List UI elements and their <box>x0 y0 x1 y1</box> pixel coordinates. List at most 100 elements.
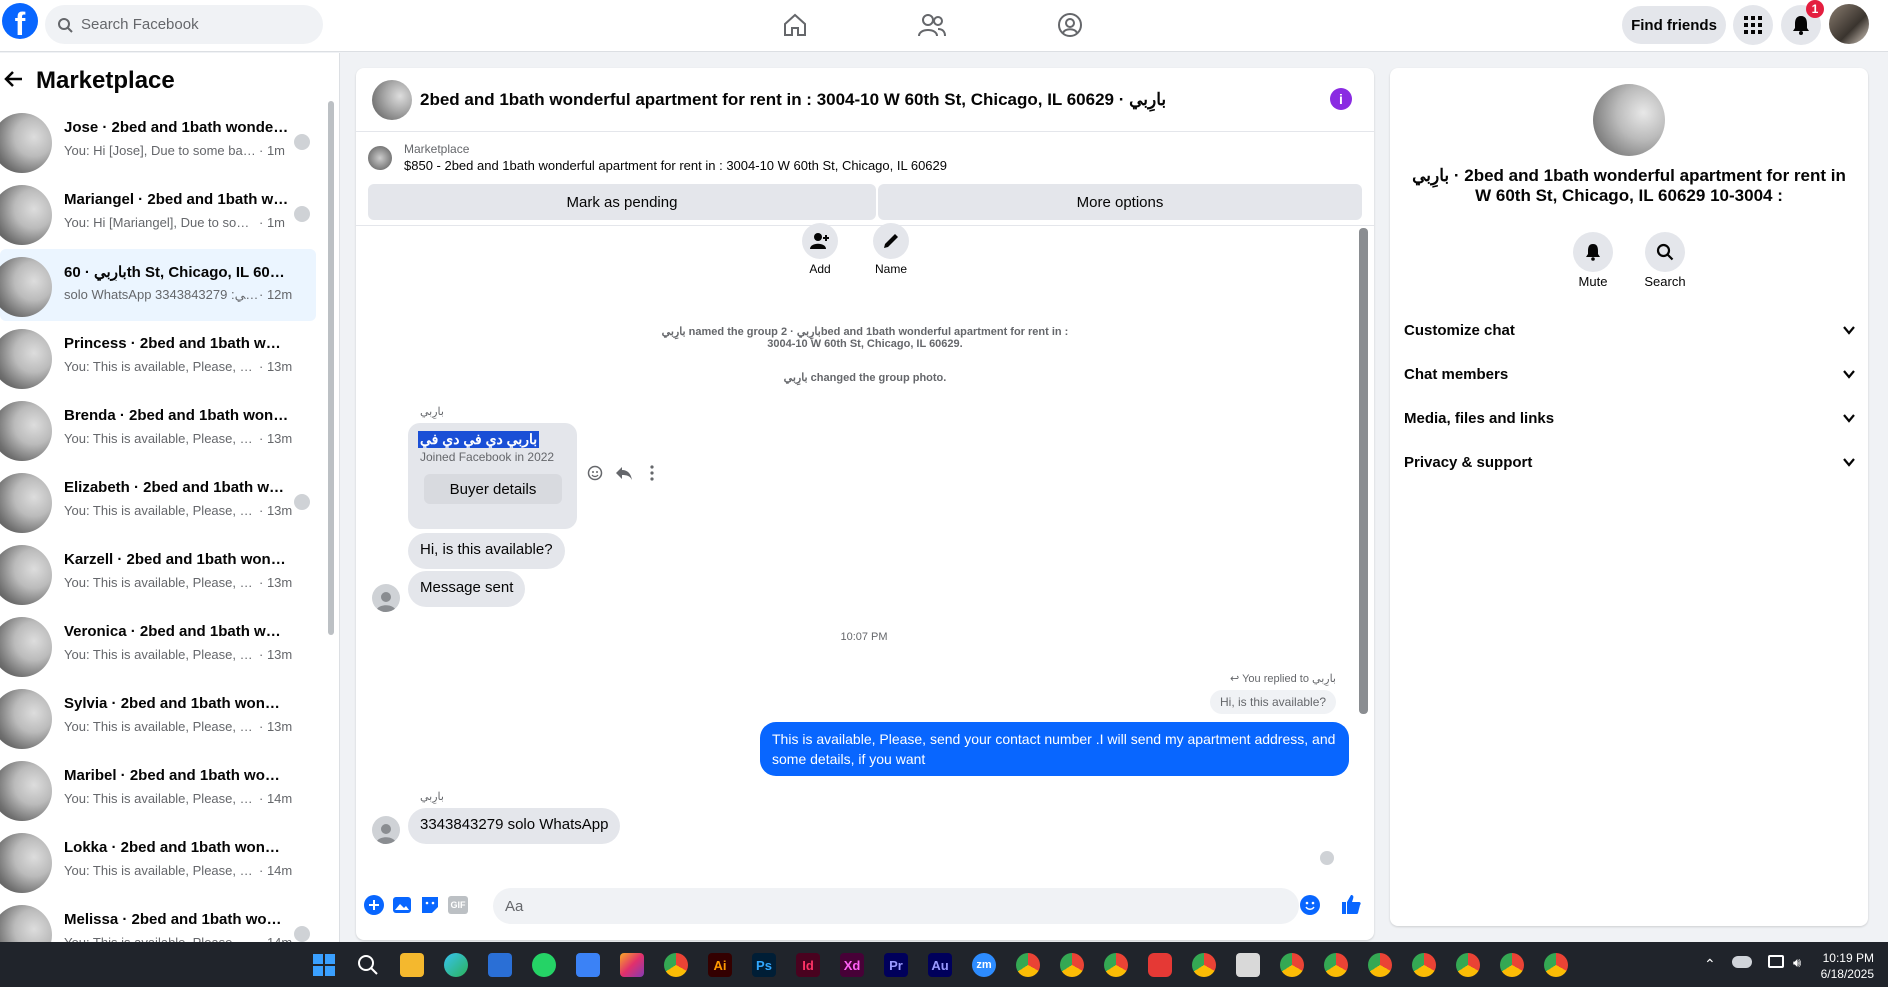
mute-bell-icon[interactable] <box>1573 232 1613 272</box>
message-sent-bubble[interactable]: Message sent <box>408 571 526 607</box>
chrome-profile-icon[interactable] <box>1280 953 1304 977</box>
instagram-icon[interactable] <box>620 953 644 977</box>
plus-circle-icon[interactable] <box>364 895 384 918</box>
conversation-item[interactable]: Maribel · 2bed and 1bath wonderful apart… <box>0 753 316 825</box>
chrome-profile-icon[interactable] <box>1500 953 1524 977</box>
conversation-item[interactable]: Elizabeth · 2bed and 1bath wonderful apa… <box>0 465 316 537</box>
app-icon[interactable] <box>1236 953 1260 977</box>
groups-icon[interactable] <box>1055 10 1085 40</box>
conversation-item[interactable]: Melissa · 2bed and 1bath wonderful apart… <box>0 897 316 942</box>
chrome-profile-icon[interactable] <box>1060 953 1084 977</box>
chrome-icon[interactable] <box>664 953 688 977</box>
back-arrow-icon[interactable] <box>4 69 24 92</box>
conversation-item[interactable]: Lokka · 2bed and 1bath wonderful apartme… <box>0 825 316 897</box>
outgoing-message[interactable]: This is available, Please, send your con… <box>760 722 1349 776</box>
buyer-details-button[interactable]: Buyer details <box>424 474 562 504</box>
mark-as-pending-button[interactable]: Mark as pending <box>368 184 876 220</box>
conversation-item[interactable]: Karzell · 2bed and 1bath wonderful apart… <box>0 537 316 609</box>
more-dots-icon[interactable] <box>649 465 655 484</box>
conversation-item[interactable]: بارِبي · 60th St, Chicago, IL 60629... so… <box>0 249 316 321</box>
chrome-profile-icon[interactable] <box>1104 953 1128 977</box>
edge-icon[interactable] <box>444 953 468 977</box>
app-icon[interactable] <box>1148 953 1172 977</box>
message-whatsapp[interactable]: 3343843279 solo WhatsApp <box>408 808 621 844</box>
details-row[interactable]: Privacy & support <box>1404 443 1856 481</box>
facebook-logo[interactable]: f <box>2 3 38 39</box>
buyer-profile-card[interactable]: باربي دي في دي في Joined Facebook in 202… <box>408 423 577 529</box>
xd-icon[interactable]: Xd <box>840 953 864 977</box>
clock[interactable]: 10:19 PM 6/18/2025 <box>1810 950 1874 982</box>
react-icon[interactable] <box>587 465 603 484</box>
chrome-profile-icon[interactable] <box>1192 953 1216 977</box>
conversation-item[interactable]: Veronica · 2bed and 1bath wonderful apar… <box>0 609 316 681</box>
sender-name: بارِبي <box>420 406 444 418</box>
edit-name-pencil-icon[interactable] <box>873 223 909 259</box>
tray-chevron-up-icon[interactable]: ⌃ <box>1704 956 1716 973</box>
windows-start-icon[interactable] <box>312 953 336 977</box>
photo-icon[interactable] <box>392 895 412 918</box>
store-icon[interactable] <box>488 953 512 977</box>
details-row[interactable]: Customize chat <box>1404 311 1856 349</box>
message-available[interactable]: Hi, is this available? <box>408 533 565 569</box>
conversation-item[interactable]: Mariangel · 2bed and 1bath wonderful apa… <box>0 177 316 249</box>
volume-icon[interactable]: 🔊︎ <box>1793 955 1801 971</box>
chrome-profile-icon[interactable] <box>1412 953 1436 977</box>
zoom-icon[interactable]: zm <box>972 953 996 977</box>
listing-thumbnail <box>0 761 52 821</box>
sidebar-scrollbar[interactable] <box>328 101 334 635</box>
conversation-item[interactable]: Princess · 2bed and 1bath wonderful apar… <box>0 321 316 393</box>
chrome-profile-icon[interactable] <box>1456 953 1480 977</box>
gif-icon[interactable]: GIF <box>448 896 468 914</box>
sender-avatar-2[interactable] <box>372 816 400 844</box>
find-friends-button[interactable]: Find friends <box>1622 6 1726 44</box>
search-chat-icon[interactable] <box>1645 232 1685 272</box>
message-input[interactable]: Aa <box>493 888 1299 924</box>
home-icon[interactable] <box>780 10 810 40</box>
chrome-profile-icon[interactable] <box>1016 953 1040 977</box>
photoshop-icon[interactable]: Ps <box>752 953 776 977</box>
onedrive-cloud-icon[interactable] <box>1732 956 1752 968</box>
chat-avatar[interactable] <box>372 80 412 120</box>
details-row[interactable]: Chat members <box>1404 355 1856 393</box>
display-icon[interactable] <box>1768 955 1784 968</box>
menu-grid-icon[interactable] <box>1733 5 1773 45</box>
chrome-profile-icon[interactable] <box>1368 953 1392 977</box>
premiere-icon[interactable]: Pr <box>884 953 908 977</box>
emoji-icon[interactable] <box>1300 895 1320 918</box>
add-person-icon[interactable] <box>802 223 838 259</box>
conversation-item[interactable]: Jose · 2bed and 1bath wonderful apartmen… <box>0 105 316 177</box>
profile-avatar[interactable] <box>1829 4 1869 44</box>
taskbar-search-icon[interactable] <box>356 953 380 977</box>
friends-icon[interactable] <box>917 10 947 40</box>
details-row[interactable]: Media, files and links <box>1404 399 1856 437</box>
listing-thumbnail[interactable] <box>368 146 392 170</box>
chat-scrollbar[interactable] <box>1359 228 1368 714</box>
sender-avatar[interactable] <box>372 584 400 612</box>
whatsapp-icon[interactable] <box>532 953 556 977</box>
audition-icon[interactable]: Au <box>928 953 952 977</box>
conversation-preview: You: This is available, Please, send you… <box>64 359 292 374</box>
clock-date: 6/18/2025 <box>1820 967 1874 981</box>
listing-description[interactable]: $850 - 2bed and 1bath wonderful apartmen… <box>404 158 947 173</box>
conversation-item[interactable]: Brenda · 2bed and 1bath wonderful apartm… <box>0 393 316 465</box>
search-input[interactable]: Search Facebook <box>45 5 323 44</box>
sticker-icon[interactable] <box>420 895 440 918</box>
more-options-button[interactable]: More options <box>878 184 1362 220</box>
chrome-profile-icon[interactable] <box>1544 953 1568 977</box>
group-photo[interactable] <box>1593 84 1665 156</box>
chrome-profile-icon[interactable] <box>1324 953 1348 977</box>
listing-bar: Marketplace $850 - 2bed and 1bath wonder… <box>356 132 1374 226</box>
message-thread: Add Name بارِبي named the group 2 · بارِ… <box>356 223 1374 877</box>
conversation-preview: You: This is available, Please, send you… <box>64 647 292 662</box>
indesign-icon[interactable]: Id <box>796 953 820 977</box>
conversation-time: · 13m <box>259 647 293 662</box>
illustrator-icon[interactable]: Ai <box>708 953 732 977</box>
quoted-message[interactable]: Hi, is this available? <box>1210 690 1337 714</box>
info-icon[interactable]: i <box>1330 88 1352 110</box>
notepad-icon[interactable] <box>576 953 600 977</box>
like-thumb-icon[interactable] <box>1340 893 1362 918</box>
file-explorer-icon[interactable] <box>400 953 424 977</box>
chat-title[interactable]: 2bed and 1bath wonderful apartment for r… <box>420 90 1166 110</box>
reply-icon[interactable] <box>615 465 633 484</box>
conversation-item[interactable]: Sylvia · 2bed and 1bath wonderful apartm… <box>0 681 316 753</box>
